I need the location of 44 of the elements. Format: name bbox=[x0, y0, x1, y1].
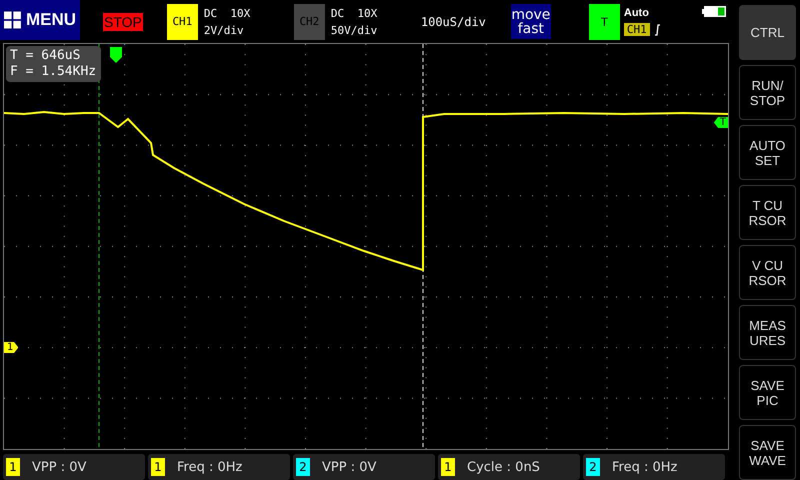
cursor-readout-text: F = 1.54KHz bbox=[10, 64, 97, 80]
channel-number-badge: 1 bbox=[6, 458, 20, 476]
trigger-position-marker[interactable] bbox=[110, 47, 122, 63]
measurement-text: Cycle : 0nS bbox=[467, 460, 540, 474]
side-menu-button[interactable]: T CU RSOR bbox=[739, 185, 796, 240]
rising-edge-icon bbox=[654, 24, 661, 36]
trigger-badge[interactable]: T bbox=[588, 4, 620, 40]
measurement-text: VPP : 0V bbox=[322, 460, 376, 474]
volts-per-div-label: 50V/div bbox=[330, 22, 378, 38]
channel-marker[interactable]: 1 bbox=[4, 342, 18, 353]
time-cursor-line[interactable] bbox=[98, 44, 100, 449]
coupling-label: DC 10X bbox=[330, 6, 378, 22]
measurement-panel[interactable]: 2 VPP : 0V bbox=[293, 454, 435, 480]
coupling-label: DC 10X bbox=[204, 6, 252, 22]
measurement-text: Freq : 0Hz bbox=[177, 460, 242, 474]
side-menu-button[interactable]: CTRL bbox=[739, 5, 796, 60]
trigger-mode-label: Auto bbox=[624, 7, 650, 19]
measurement-panel[interactable]: 2 Freq : 0Hz bbox=[583, 454, 725, 480]
volts-per-div-label: 2V/div bbox=[204, 22, 245, 38]
side-menu-button[interactable]: V CU RSOR bbox=[739, 245, 796, 300]
channel-badge[interactable]: CH1 bbox=[166, 4, 198, 40]
trigger-level-marker[interactable]: T bbox=[714, 117, 728, 128]
trigger-source-badge: CH1 bbox=[624, 23, 650, 36]
side-menu-button[interactable]: SAVE WAVE bbox=[739, 425, 796, 480]
side-menu-button[interactable]: RUN/ STOP bbox=[739, 65, 796, 120]
measurement-text: VPP : 0V bbox=[32, 460, 86, 474]
menu-button[interactable]: MENU bbox=[0, 0, 80, 40]
side-menu-button[interactable]: AUTO SET bbox=[739, 125, 796, 180]
measurement-text: Freq : 0Hz bbox=[612, 460, 678, 474]
move-mode-badge[interactable]: move fast bbox=[510, 4, 551, 39]
timebase-label: 100uS/div bbox=[420, 14, 487, 28]
side-menu-button[interactable]: SAVE PIC bbox=[739, 365, 796, 420]
battery-icon bbox=[702, 6, 726, 17]
channel-number-badge: 2 bbox=[586, 458, 600, 476]
side-menu-button[interactable]: MEAS URES bbox=[739, 305, 796, 360]
cursor-readout-text: T = 646uS bbox=[10, 48, 82, 64]
grid-icon bbox=[4, 10, 21, 30]
measurement-panel[interactable]: 1 Cycle : 0nS bbox=[438, 454, 580, 480]
channel-number-badge: 1 bbox=[441, 458, 455, 476]
measurement-panel[interactable]: 1 VPP : 0V bbox=[3, 454, 145, 480]
run-state-label: STOP bbox=[103, 12, 143, 30]
channel-number-badge: 2 bbox=[296, 458, 310, 476]
channel-number-badge: 1 bbox=[151, 458, 165, 476]
measurement-panel[interactable]: 1 Freq : 0Hz bbox=[148, 454, 290, 480]
